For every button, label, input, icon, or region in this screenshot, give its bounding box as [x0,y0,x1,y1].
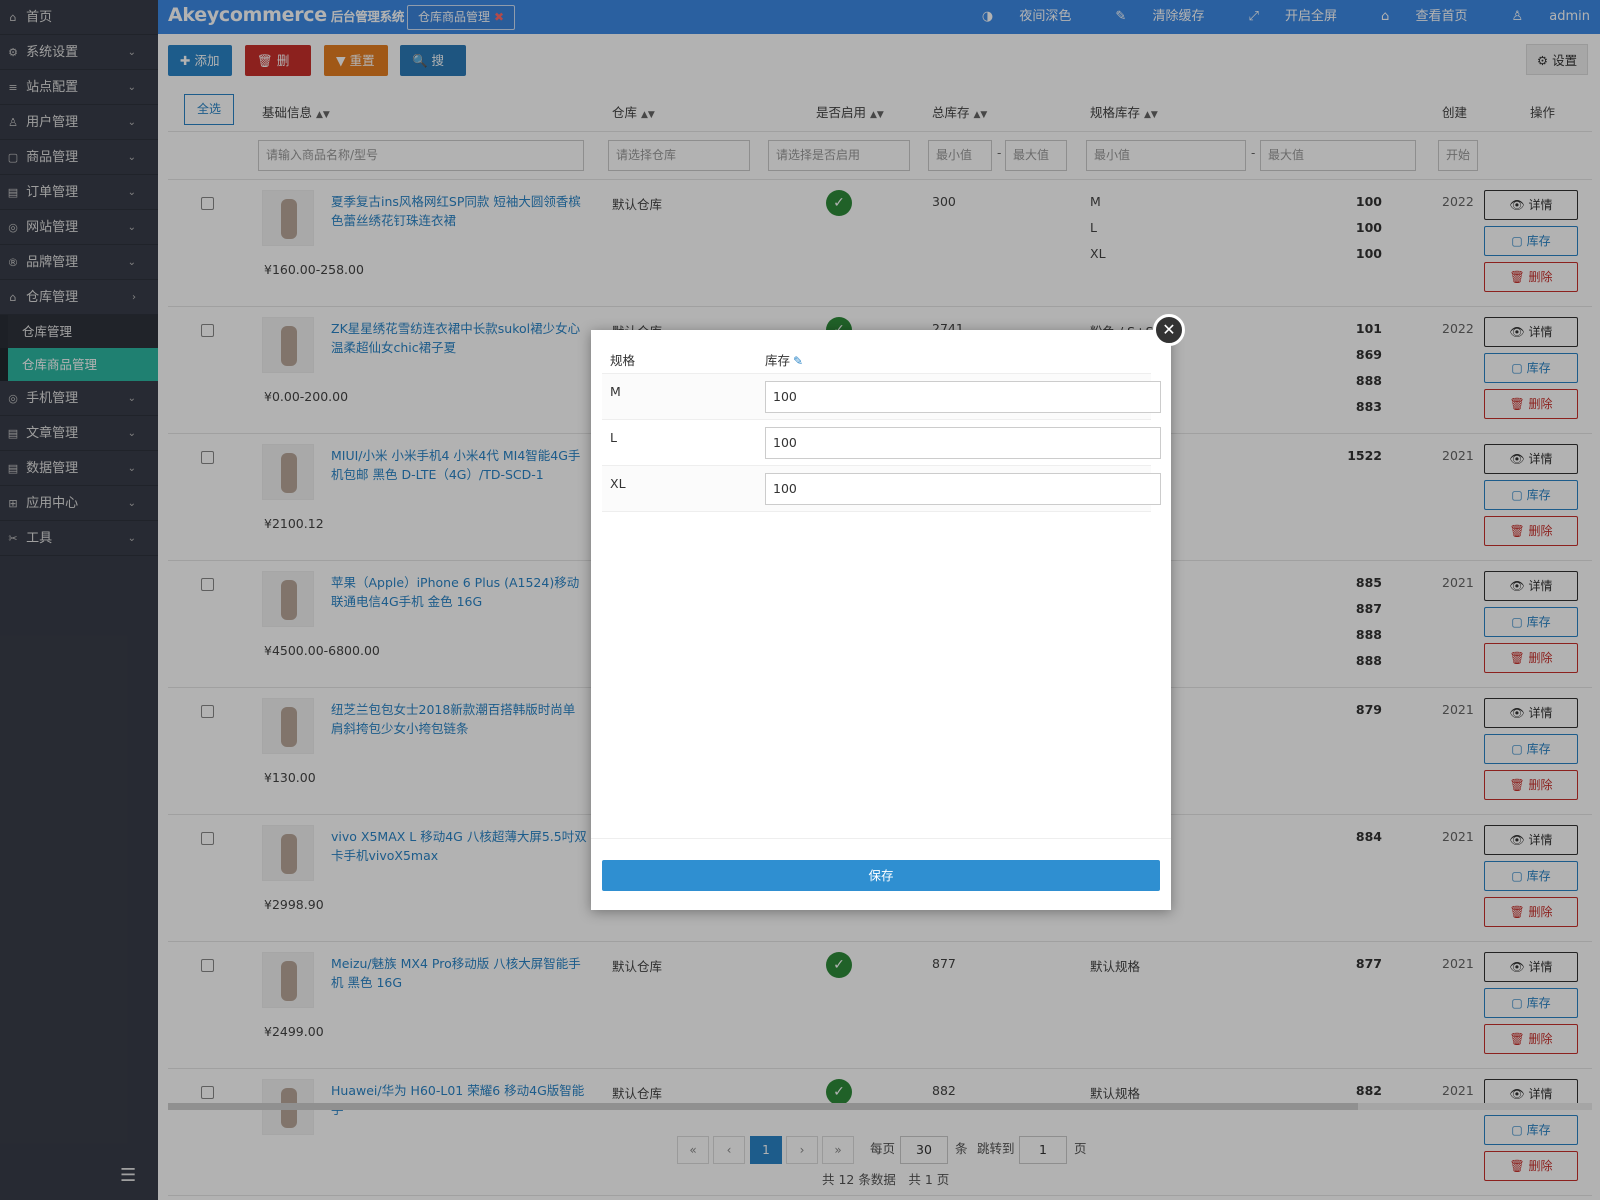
close-dialog-icon[interactable]: ✕ [1153,314,1185,346]
dialog-spec-row: M 100 [602,374,1161,420]
stock-input[interactable]: 100 [765,381,1161,413]
stock-edit-dialog: 规格 库存 ✎ M 100 L 100 XL 100 保存 [591,330,1171,910]
save-button[interactable]: 保存 [602,860,1160,891]
spec-column-header: 规格 [610,353,636,368]
edit-icon[interactable]: ✎ [793,354,803,368]
dialog-spec-row: L 100 [602,420,1161,466]
spec-label: M [610,384,621,399]
spec-label: XL [610,476,626,491]
stock-input[interactable]: 100 [765,473,1161,505]
stock-column-header: 库存 ✎ [765,353,804,368]
dialog-divider [591,838,1171,839]
spec-label: L [610,430,617,445]
dialog-table-header: 规格 库存 ✎ [602,342,1151,374]
stock-input[interactable]: 100 [765,427,1161,459]
dialog-spec-row: XL 100 [602,466,1161,512]
